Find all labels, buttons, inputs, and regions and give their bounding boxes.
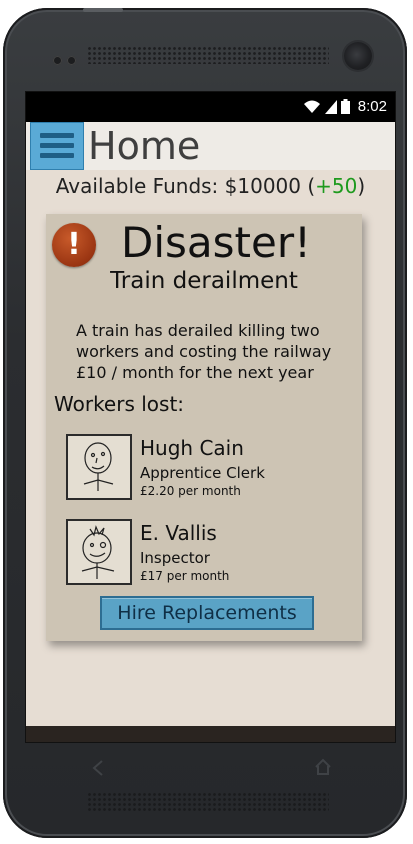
battery-icon	[340, 99, 350, 114]
worker-name: E. Vallis	[140, 521, 217, 545]
available-funds: Available Funds: $10000 (+50)	[26, 174, 395, 198]
sensor-dots	[53, 50, 81, 69]
worker-pay: £17 per month	[140, 569, 230, 583]
phone-frame: 8:02 Home Available Funds: $10000 (+50) …	[3, 8, 407, 838]
funds-close: )	[357, 174, 366, 198]
clock: 8:02	[357, 98, 387, 115]
worker-portrait	[66, 434, 132, 500]
phone-top-edge	[83, 8, 123, 12]
front-camera	[344, 42, 372, 70]
speaker-grille	[87, 792, 329, 812]
wifi-icon	[303, 100, 320, 113]
home-icon[interactable]	[314, 758, 332, 780]
portrait-sketch	[81, 525, 115, 579]
back-icon[interactable]	[91, 758, 105, 783]
funds-delta: +50	[315, 174, 358, 198]
card-subtitle: Train derailment	[110, 268, 298, 294]
portrait-sketch	[83, 442, 114, 491]
bottom-strip	[26, 726, 395, 742]
workers-heading: Workers lost:	[54, 392, 185, 416]
signal-icon	[324, 99, 337, 114]
worker-portrait	[66, 519, 132, 585]
status-bar: 8:02	[26, 92, 395, 122]
disaster-card: ! Disaster! Train derailment A train has…	[46, 214, 362, 641]
card-description: A train has derailed killing two workers…	[76, 321, 332, 382]
worker-pay: £2.20 per month	[140, 484, 241, 498]
page-title: Home	[88, 124, 201, 168]
worker-item[interactable]: E. Vallis Inspector £17 per month	[66, 519, 336, 589]
screen: 8:02 Home Available Funds: $10000 (+50) …	[25, 91, 396, 743]
worker-item[interactable]: Hugh Cain Apprentice Clerk £2.20 per mon…	[66, 434, 336, 504]
worker-name: Hugh Cain	[140, 436, 244, 460]
action-bar: Home	[26, 122, 395, 170]
worker-role: Inspector	[140, 549, 210, 567]
status-icons: 8:02	[303, 98, 387, 115]
funds-label: Available Funds: $10000 (	[55, 174, 316, 198]
hire-replacements-button[interactable]: Hire Replacements	[100, 596, 314, 630]
worker-role: Apprentice Clerk	[140, 464, 265, 482]
menu-icon	[40, 133, 74, 138]
card-title: Disaster!	[121, 218, 311, 267]
earpiece-grille	[87, 46, 329, 64]
menu-button[interactable]	[30, 122, 84, 170]
